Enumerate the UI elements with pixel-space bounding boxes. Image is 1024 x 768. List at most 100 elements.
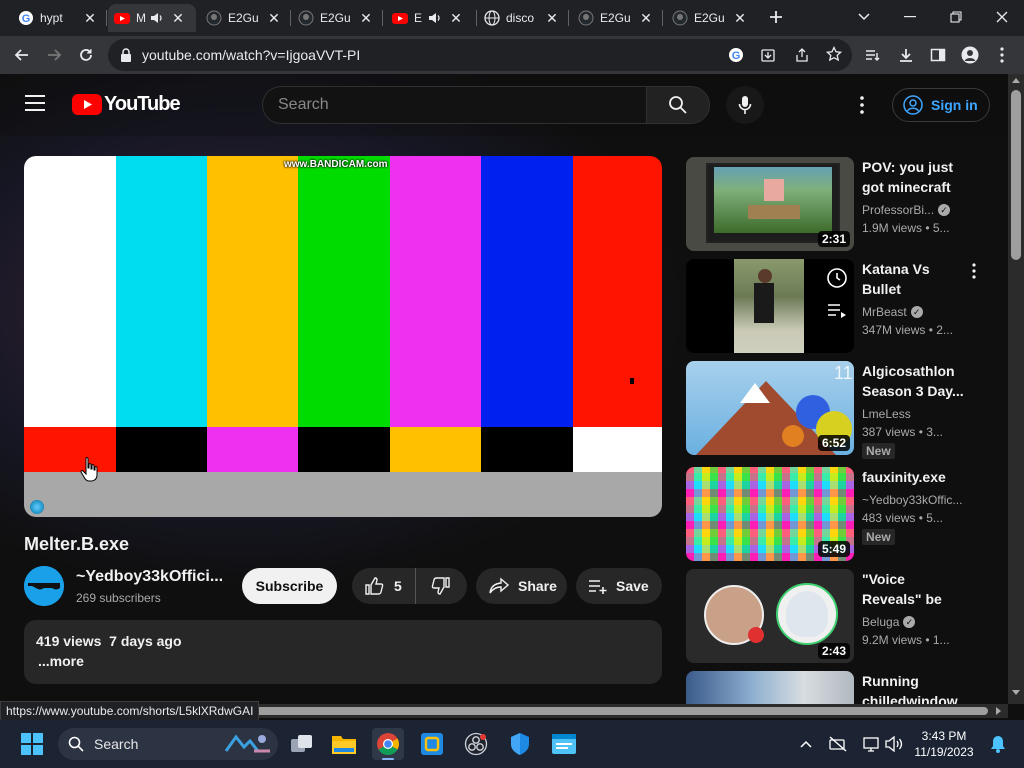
youtube-logo[interactable]: YouTube (72, 93, 181, 116)
search-button[interactable] (646, 86, 710, 124)
task-view-icon[interactable] (286, 728, 318, 760)
close-icon[interactable]: ✕ (170, 10, 186, 26)
url-text: youtube.com/watch?v=IjgoaVVT-PI (142, 47, 361, 63)
description-box[interactable]: 419 views 7 days ago ...more (24, 620, 662, 684)
speaker-icon[interactable] (428, 11, 444, 25)
reading-list-icon[interactable] (858, 41, 886, 69)
related-video[interactable]: 5:49 fauxinity.exe ~Yedboy33kOffic... 48… (686, 467, 986, 561)
tab-youtube-active[interactable]: M ✕ (108, 4, 196, 32)
save-label: Save (616, 578, 649, 594)
settings-menu-icon[interactable] (860, 96, 864, 114)
tab-google[interactable]: G hypt ✕ (12, 4, 104, 32)
lock-icon[interactable] (120, 48, 132, 62)
security-taskbar-icon[interactable] (504, 728, 536, 760)
tab-search-chevron-icon[interactable] (850, 3, 878, 31)
close-icon[interactable]: ✕ (448, 10, 464, 26)
tab-github-1[interactable]: E2Gu ✕ (200, 4, 288, 32)
network-offline-icon[interactable] (822, 728, 854, 760)
related-video[interactable]: Running chilledwindow (686, 671, 986, 704)
channel-name[interactable]: ~Yedboy33kOffici... (76, 568, 222, 586)
share-icon[interactable] (794, 47, 810, 63)
close-window-button[interactable] (988, 3, 1016, 31)
volume-icon[interactable] (878, 728, 910, 760)
tab-discord[interactable]: disco ✕ (478, 4, 566, 32)
new-tab-button[interactable] (762, 3, 790, 31)
downloads-icon[interactable] (892, 41, 920, 69)
chrome-menu-icon[interactable] (988, 41, 1016, 69)
side-panel-icon[interactable] (924, 41, 952, 69)
notification-bell-icon[interactable] (982, 728, 1014, 760)
close-icon[interactable]: ✕ (544, 10, 560, 26)
vertical-scrollbar[interactable] (1008, 74, 1024, 704)
minimize-button[interactable] (896, 3, 924, 31)
hand-cursor-icon (80, 456, 100, 482)
reload-button[interactable] (72, 41, 100, 69)
file-explorer-icon[interactable] (328, 728, 360, 760)
google-lens-icon[interactable]: G (728, 47, 744, 63)
video-player[interactable]: www.BANDICAM.com (24, 156, 662, 517)
share-button[interactable]: Share (476, 568, 567, 604)
clock-time: 3:43 PM (921, 729, 967, 743)
related-video[interactable]: 11 6:52 Algicosathlon Season 3 Day... Lm… (686, 361, 986, 459)
speaker-icon[interactable] (150, 11, 166, 25)
github-icon (672, 10, 688, 26)
taskbar-search[interactable]: Search (58, 728, 278, 760)
video-thumbnail[interactable]: 2:31 (686, 157, 854, 251)
dislike-button[interactable] (416, 568, 466, 604)
scrollbar-thumb[interactable] (1011, 90, 1021, 260)
tab-title: E2Gu (320, 11, 351, 25)
show-more-link[interactable]: ...more (38, 653, 84, 669)
profile-icon[interactable] (956, 41, 984, 69)
sign-in-button[interactable]: Sign in (892, 88, 990, 122)
chrome-taskbar-icon[interactable] (372, 728, 404, 760)
video-thumbnail[interactable] (686, 671, 854, 704)
voice-search-button[interactable] (726, 86, 764, 124)
save-button[interactable]: Save (576, 568, 662, 604)
add-to-queue-icon[interactable] (826, 301, 848, 319)
app-taskbar-icon[interactable] (416, 728, 448, 760)
close-icon[interactable]: ✕ (638, 10, 654, 26)
windows-start-icon[interactable] (16, 728, 48, 760)
windows-orb-icon (30, 500, 44, 514)
close-icon[interactable]: ✕ (358, 10, 374, 26)
close-icon[interactable]: ✕ (266, 10, 282, 26)
sign-in-label: Sign in (931, 97, 978, 113)
lower-bar-magenta (207, 427, 298, 472)
tab-github-3[interactable]: E2Gu ✕ (572, 4, 660, 32)
more-actions-icon[interactable] (972, 263, 976, 279)
channel-avatar[interactable] (24, 566, 64, 606)
watch-later-icon[interactable] (826, 267, 848, 289)
search-input[interactable]: Search (262, 86, 648, 124)
close-icon[interactable]: ✕ (732, 10, 748, 26)
like-button[interactable]: 5 (352, 568, 416, 604)
related-video[interactable]: 2:43 "Voice Reveals" be like... Beluga✓ … (686, 569, 986, 663)
show-hidden-icons-chevron[interactable] (790, 728, 822, 760)
video-thumbnail[interactable]: 5:49 (686, 467, 854, 561)
app2-taskbar-icon[interactable] (548, 728, 580, 760)
close-icon[interactable]: ✕ (82, 10, 98, 26)
youtube-logo-icon (72, 94, 102, 115)
video-thumbnail[interactable] (686, 259, 854, 353)
hamburger-menu-icon[interactable] (24, 94, 46, 112)
restore-button[interactable] (942, 3, 970, 31)
like-count: 5 (394, 578, 402, 594)
related-video[interactable]: 2:31 POV: you just got minecraft Profess… (686, 157, 986, 251)
video-thumbnail[interactable]: 2:43 (686, 569, 854, 663)
related-title: Katana Vs Bullet (862, 261, 930, 297)
bookmark-star-icon[interactable] (826, 46, 842, 62)
address-bar[interactable]: youtube.com/watch?v=IjgoaVVT-PI G (108, 39, 852, 71)
back-button[interactable] (8, 41, 36, 69)
related-video[interactable]: Katana Vs Bullet MrBeast ✓ 347M views • 2… (686, 259, 986, 353)
tab-github-4[interactable]: E2Gu ✕ (666, 4, 754, 32)
tab-youtube-2[interactable]: E ✕ (386, 4, 474, 32)
install-app-icon[interactable] (760, 47, 776, 63)
forward-button[interactable] (40, 41, 68, 69)
video-thumbnail[interactable]: 11 6:52 (686, 361, 854, 455)
obs-taskbar-icon[interactable] (460, 728, 492, 760)
duration-badge: 2:43 (817, 643, 850, 659)
svg-text:G: G (22, 13, 31, 25)
taskbar-clock[interactable]: 3:43 PM 11/19/2023 (912, 728, 976, 760)
tab-github-2[interactable]: E2Gu ✕ (292, 4, 380, 32)
related-meta: 347M views • 2... (862, 323, 953, 337)
subscribe-button[interactable]: Subscribe (242, 568, 337, 604)
